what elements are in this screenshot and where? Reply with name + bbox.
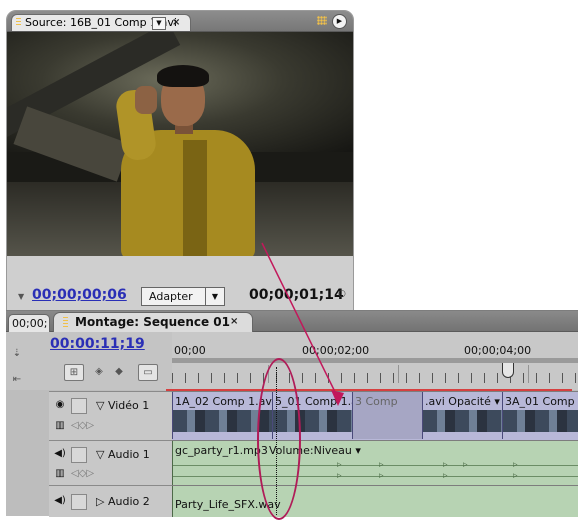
drag-arrow	[261, 242, 344, 406]
